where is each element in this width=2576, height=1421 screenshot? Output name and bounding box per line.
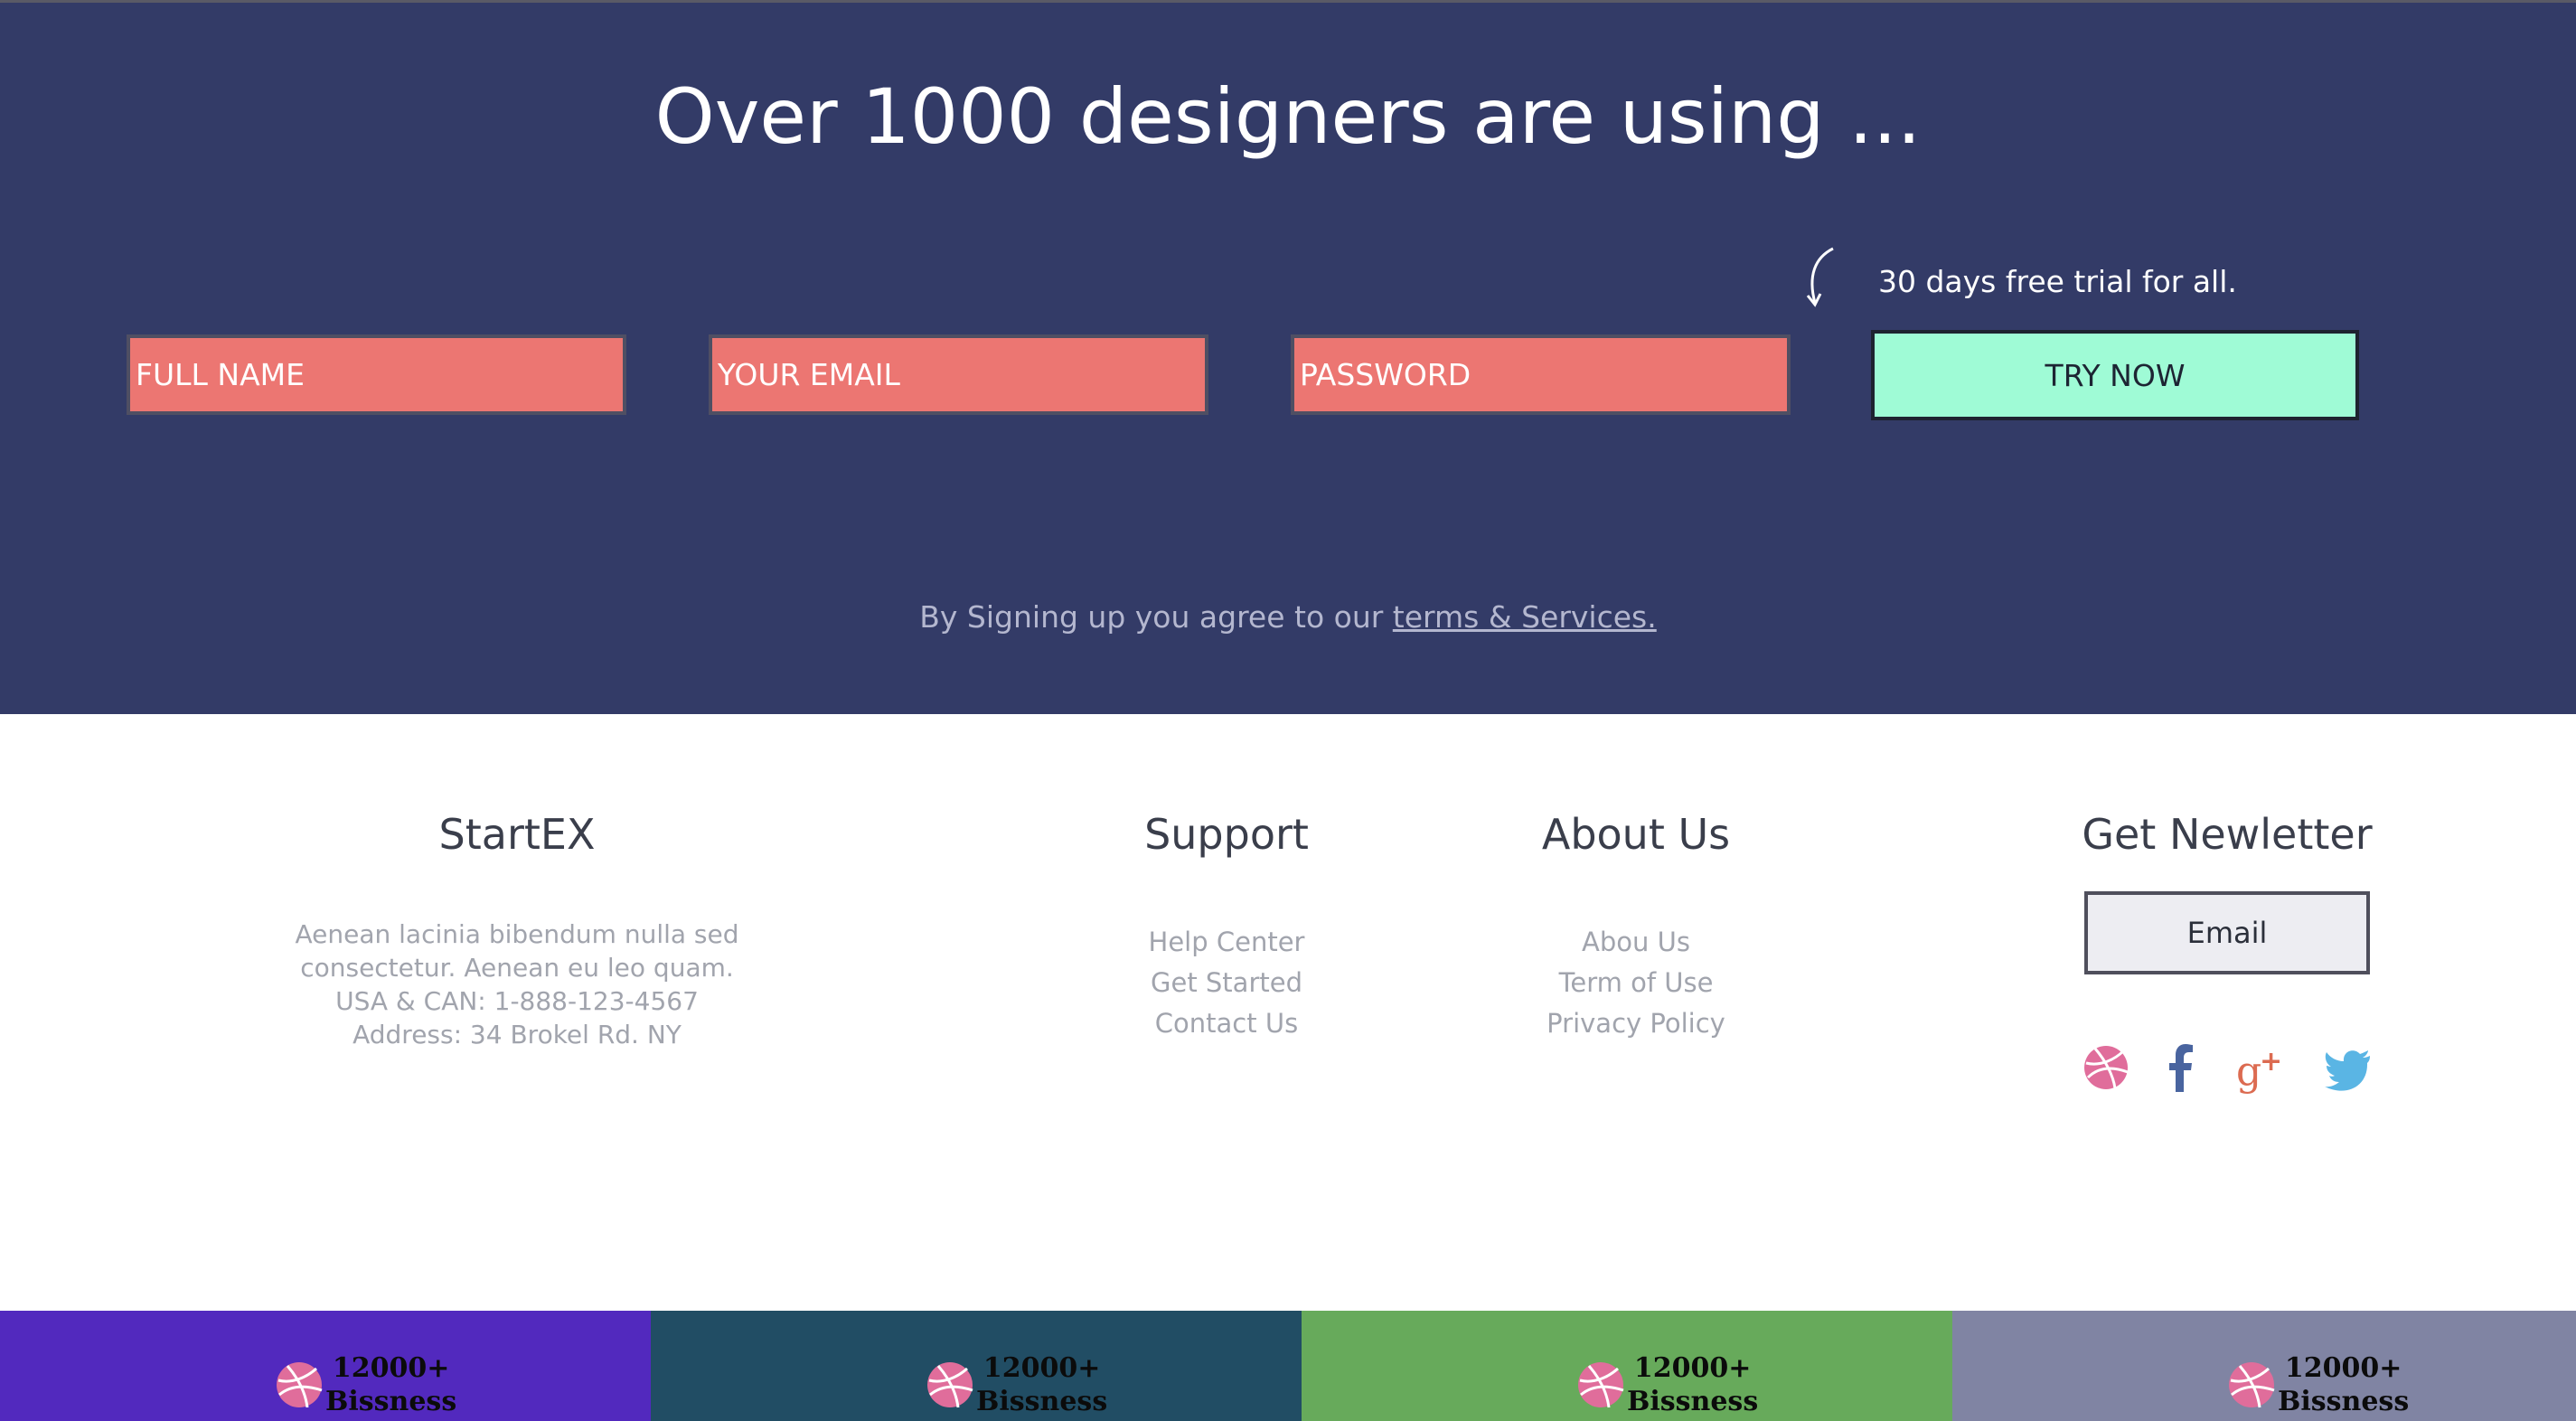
about-link-item: Privacy Policy bbox=[1455, 1003, 1817, 1044]
brand-title: StartEX bbox=[438, 810, 596, 859]
dribbble-icon bbox=[277, 1362, 323, 1408]
about-links: Abou Us Term of Use Privacy Policy bbox=[1455, 922, 1817, 1044]
about-title: About Us bbox=[1541, 810, 1731, 859]
brand-address: Address: 34 Brokel Rd. NY bbox=[353, 1020, 682, 1049]
stat-tile: 12000+ Bissness bbox=[0, 1311, 651, 1421]
support-link-item: Contact Us bbox=[1046, 1003, 1407, 1044]
newsletter-email-input[interactable] bbox=[2084, 891, 2370, 974]
svg-text:g: g bbox=[2236, 1049, 2261, 1095]
stat-label: Bissness bbox=[2278, 1386, 2410, 1417]
brand-phone: USA & CAN: 1-888-123-4567 bbox=[335, 986, 699, 1016]
terms-prefix: By Signing up you agree to our bbox=[919, 599, 1393, 635]
email-input[interactable] bbox=[709, 334, 1208, 415]
stat-label: Bissness bbox=[1627, 1386, 1759, 1417]
newsletter-title: Get Newletter bbox=[2082, 810, 2373, 859]
stat-value: 12000+ bbox=[2284, 1352, 2402, 1384]
password-input[interactable] bbox=[1291, 334, 1791, 415]
support-links: Help Center Get Started Contact Us bbox=[1046, 922, 1407, 1044]
stat-label: Bissness bbox=[976, 1386, 1108, 1417]
stat-text: 12000+ Bissness bbox=[976, 1351, 1107, 1418]
support-link-item: Help Center bbox=[1046, 922, 1407, 963]
full-name-input[interactable] bbox=[127, 334, 626, 415]
brand-line: Aenean lacinia bibendum nulla sed bbox=[295, 919, 739, 949]
dribbble-icon bbox=[927, 1362, 973, 1408]
stat-label: Bissness bbox=[325, 1386, 457, 1417]
support-link-item: Get Started bbox=[1046, 963, 1407, 1003]
twitter-icon[interactable] bbox=[2323, 1040, 2374, 1096]
stat-text: 12000+ Bissness bbox=[1627, 1351, 1758, 1418]
term-of-use-link[interactable]: Term of Use bbox=[1559, 967, 1714, 998]
support-title: Support bbox=[1144, 810, 1309, 859]
signup-headline: Over 1000 designers are using ... bbox=[654, 72, 1922, 161]
help-center-link[interactable]: Help Center bbox=[1149, 927, 1305, 957]
about-link-item: Term of Use bbox=[1455, 963, 1817, 1003]
brand-description: Aenean lacinia bibendum nulla sed consec… bbox=[282, 918, 752, 1051]
curved-arrow-icon bbox=[1806, 247, 1834, 307]
stat-content: 12000+ Bissness bbox=[1576, 1351, 1758, 1418]
terms-link[interactable]: terms & Services. bbox=[1393, 599, 1657, 635]
terms-notice: By Signing up you agree to our terms & S… bbox=[0, 595, 2576, 640]
stat-tile: 12000+ Bissness bbox=[1952, 1311, 2576, 1421]
stat-tile: 12000+ Bissness bbox=[1302, 1311, 1952, 1421]
stat-content: 12000+ Bissness bbox=[2227, 1351, 2409, 1418]
stat-text: 12000+ Bissness bbox=[2278, 1351, 2409, 1418]
stat-text: 12000+ Bissness bbox=[325, 1351, 456, 1418]
facebook-icon[interactable] bbox=[2157, 1040, 2207, 1096]
google-plus-icon[interactable]: g + bbox=[2234, 1040, 2285, 1096]
svg-text:+: + bbox=[2260, 1046, 2282, 1078]
brand-line: consectetur. Aenean eu leo quam. bbox=[300, 953, 734, 983]
stat-value: 12000+ bbox=[332, 1352, 450, 1384]
dribbble-icon bbox=[1578, 1362, 1624, 1408]
dribbble-icon[interactable] bbox=[2081, 1040, 2131, 1096]
stat-value: 12000+ bbox=[982, 1352, 1101, 1384]
contact-us-link[interactable]: Contact Us bbox=[1155, 1008, 1298, 1039]
stat-tile: 12000+ Bissness bbox=[651, 1311, 1302, 1421]
dribbble-icon bbox=[2229, 1362, 2275, 1408]
try-now-button[interactable]: TRY NOW bbox=[1871, 330, 2359, 420]
privacy-policy-link[interactable]: Privacy Policy bbox=[1547, 1008, 1725, 1039]
stat-content: 12000+ Bissness bbox=[275, 1351, 456, 1418]
get-started-link[interactable]: Get Started bbox=[1151, 967, 1302, 998]
about-link-item: Abou Us bbox=[1455, 922, 1817, 963]
signup-section: Over 1000 designers are using ... 30 day… bbox=[0, 3, 2576, 714]
stat-content: 12000+ Bissness bbox=[926, 1351, 1107, 1418]
about-us-link[interactable]: Abou Us bbox=[1582, 927, 1690, 957]
trial-note: 30 days free trial for all. bbox=[1878, 264, 2237, 299]
stat-value: 12000+ bbox=[1633, 1352, 1752, 1384]
